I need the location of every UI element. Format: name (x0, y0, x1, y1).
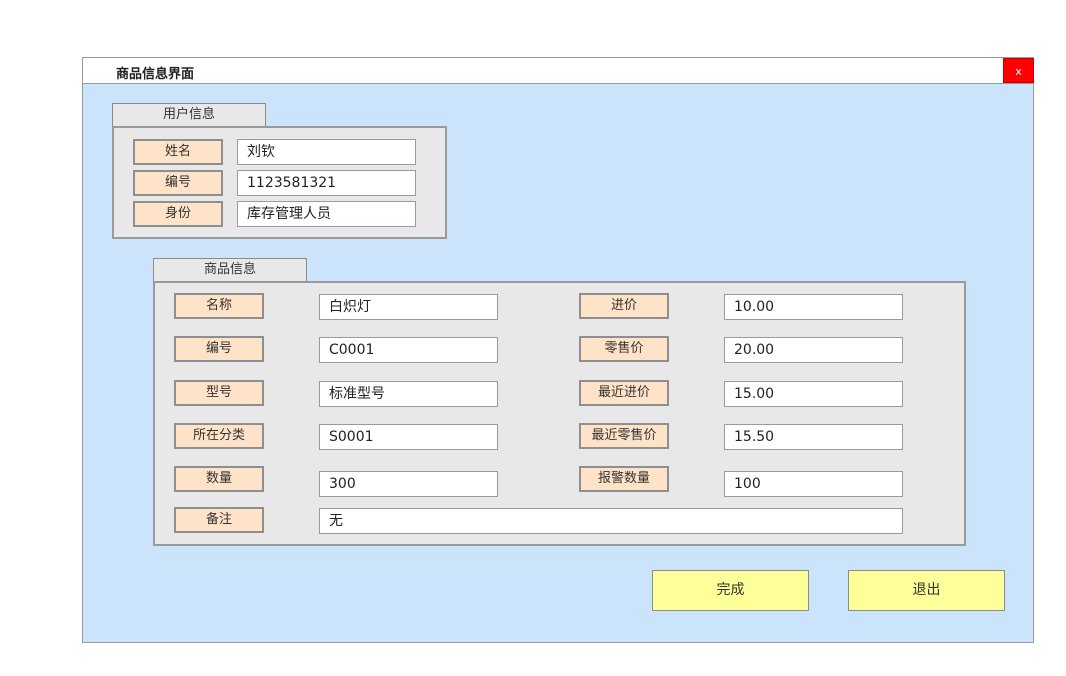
category-label: 所在分类 (174, 423, 264, 449)
quantity-label: 数量 (174, 466, 264, 492)
name-field[interactable]: 刘钦 (237, 139, 416, 165)
product-id-field[interactable]: C0001 (319, 337, 498, 363)
recent-retail-price-label: 最近零售价 (579, 423, 669, 449)
retail-price-label: 零售价 (579, 336, 669, 362)
note-label: 备注 (174, 507, 264, 533)
done-button[interactable]: 完成 (652, 570, 809, 611)
product-name-label: 名称 (174, 293, 264, 319)
product-id-label: 编号 (174, 336, 264, 362)
tab-product-info: 商品信息 (153, 258, 307, 281)
purchase-price-label: 进价 (579, 293, 669, 319)
model-label: 型号 (174, 380, 264, 406)
user-id-label: 编号 (133, 170, 223, 196)
alert-quantity-label: 报警数量 (579, 466, 669, 492)
note-field[interactable]: 无 (319, 508, 903, 534)
product-name-field[interactable]: 白炽灯 (319, 294, 498, 320)
retail-price-field[interactable]: 20.00 (724, 337, 903, 363)
model-field[interactable]: 标准型号 (319, 381, 498, 407)
product-info-window: 商品信息界面 x 用户信息 姓名 刘钦 编号 1123581321 身份 库存管… (82, 57, 1034, 643)
name-label: 姓名 (133, 139, 223, 165)
tab-user-info: 用户信息 (112, 103, 266, 126)
recent-retail-price-field[interactable]: 15.50 (724, 424, 903, 450)
exit-button[interactable]: 退出 (848, 570, 1005, 611)
purchase-price-field[interactable]: 10.00 (724, 294, 903, 320)
category-field[interactable]: S0001 (319, 424, 498, 450)
product-info-group: 名称 白炽灯 编号 C0001 型号 标准型号 所在分类 S0001 数量 30… (153, 281, 966, 546)
recent-purchase-price-field[interactable]: 15.00 (724, 381, 903, 407)
quantity-field[interactable]: 300 (319, 471, 498, 497)
role-field[interactable]: 库存管理人员 (237, 201, 416, 227)
recent-purchase-price-label: 最近进价 (579, 380, 669, 406)
role-label: 身份 (133, 201, 223, 227)
user-info-group: 姓名 刘钦 编号 1123581321 身份 库存管理人员 (112, 126, 447, 239)
close-button[interactable]: x (1003, 58, 1034, 83)
window-title: 商品信息界面 (116, 67, 195, 82)
alert-quantity-field[interactable]: 100 (724, 471, 903, 497)
title-bar: 商品信息界面 x (83, 58, 1034, 84)
user-id-field[interactable]: 1123581321 (237, 170, 416, 196)
